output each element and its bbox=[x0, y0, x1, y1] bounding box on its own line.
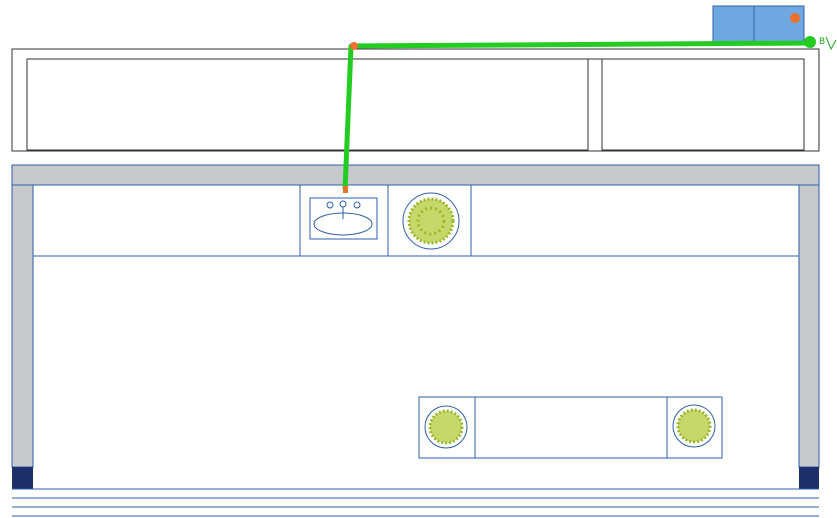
left-wall bbox=[11, 184, 34, 468]
plant-icon bbox=[672, 404, 716, 448]
sink-cabinet bbox=[299, 184, 389, 257]
appliance-icon[interactable] bbox=[712, 5, 805, 45]
floor-plan: B bbox=[0, 0, 837, 518]
appliance-indicator bbox=[790, 13, 800, 23]
pipe-lead bbox=[825, 36, 837, 51]
pipe-node-icon[interactable] bbox=[350, 42, 358, 50]
sink-tap-left bbox=[326, 201, 334, 209]
upper-cabinet bbox=[11, 48, 820, 152]
island-outline bbox=[418, 396, 723, 459]
back-wall bbox=[11, 164, 820, 186]
sink-icon[interactable] bbox=[309, 197, 378, 240]
right-wall-base bbox=[799, 467, 819, 489]
left-wall-base bbox=[12, 467, 33, 489]
right-wall bbox=[798, 184, 820, 468]
upper-cabinet-outline bbox=[11, 48, 820, 152]
appliance-body bbox=[712, 5, 805, 45]
pipe-node-icon[interactable] bbox=[343, 186, 348, 193]
upper-cabinet-panel-left bbox=[26, 58, 589, 151]
pipe-label: B bbox=[819, 37, 825, 47]
floor-edge bbox=[12, 488, 819, 517]
sink-faucet-base bbox=[339, 200, 347, 208]
upper-cabinet-panel-right bbox=[601, 58, 805, 151]
sink-tap-right bbox=[353, 201, 361, 209]
island bbox=[418, 396, 723, 459]
plant-icon bbox=[424, 405, 468, 449]
floor-plan-drawing: B bbox=[11, 5, 837, 517]
plant-icon bbox=[402, 192, 460, 250]
pipe-node-icon[interactable] bbox=[804, 36, 816, 48]
